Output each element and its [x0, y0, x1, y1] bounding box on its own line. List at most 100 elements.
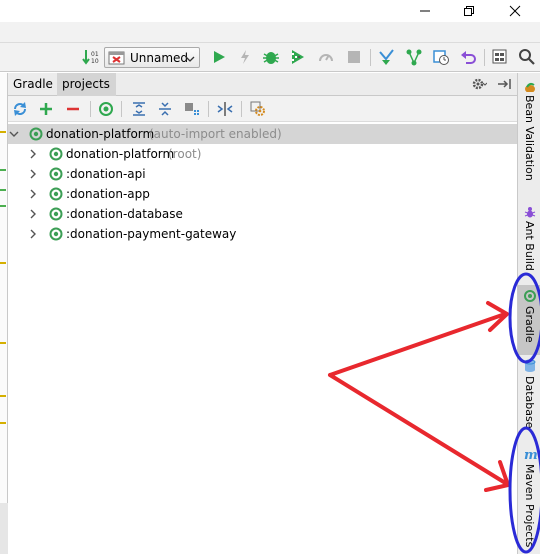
- database-icon: [524, 359, 535, 372]
- tree-row[interactable]: :donation-api: [8, 164, 517, 184]
- toolbar-separator: [121, 101, 122, 117]
- toolbar-separator: [90, 101, 91, 117]
- bean-icon: [524, 82, 535, 93]
- tab-gradle-label: Gradle: [523, 306, 536, 343]
- tree-row[interactable]: :donation-database: [8, 204, 517, 224]
- chevron-right-icon[interactable]: [28, 209, 38, 219]
- add-icon[interactable]: [37, 100, 55, 118]
- tab-maven-projects-label: Maven Projects: [523, 463, 536, 547]
- vcs-update-icon[interactable]: [377, 47, 397, 67]
- marker: [0, 205, 6, 207]
- tab-ant-build[interactable]: Ant Build: [518, 205, 540, 271]
- tree-row[interactable]: donation-platform (root): [8, 144, 517, 164]
- tab-bean-validation[interactable]: Bean Validation: [518, 81, 540, 181]
- gradle-icon: [49, 147, 63, 161]
- tab-ant-build-label: Ant Build: [523, 221, 536, 271]
- chevron-down-icon[interactable]: [9, 129, 19, 139]
- chevron-down-icon: [185, 53, 195, 67]
- group-modules-icon[interactable]: [183, 100, 201, 118]
- tab-bean-validation-label: Bean Validation: [523, 95, 536, 181]
- gradle-icon: [523, 290, 536, 302]
- main-toolbar: 01 10 Unnamed: [0, 43, 540, 72]
- tab-maven-projects[interactable]: m Maven Projects: [518, 447, 540, 547]
- marker: [0, 422, 6, 424]
- sort-icon[interactable]: 01 10: [80, 47, 100, 67]
- coverage-icon[interactable]: [288, 47, 308, 67]
- svg-text:10: 10: [91, 58, 99, 65]
- tree-item-label: :donation-api: [66, 167, 146, 181]
- debug-bug-icon[interactable]: [261, 47, 281, 67]
- menu-area: [0, 22, 540, 43]
- toolbar-separator: [484, 49, 485, 66]
- title-bar: [0, 0, 540, 22]
- gradle-toolbar: [8, 96, 517, 122]
- close-icon[interactable]: [492, 0, 538, 22]
- refresh-icon[interactable]: [11, 100, 29, 118]
- tree-item-label: :donation-payment-gateway: [66, 227, 237, 241]
- right-tool-strip: Bean Validation Ant Build Gradle Databas…: [517, 73, 540, 554]
- panel-header: Gradle projects: [8, 73, 517, 96]
- tree-item-hint: (root): [168, 147, 202, 161]
- tab-gradle[interactable]: Gradle: [518, 285, 540, 355]
- marker: [0, 262, 6, 264]
- revert-icon[interactable]: [458, 47, 478, 67]
- chevron-right-icon[interactable]: [28, 149, 38, 159]
- toolbar-separator: [241, 101, 242, 117]
- settings-icon[interactable]: [249, 100, 267, 118]
- run-config-icon: [108, 51, 125, 64]
- run-config-label: Unnamed: [130, 50, 189, 65]
- tab-database[interactable]: Database: [518, 359, 540, 431]
- svg-text:m: m: [524, 448, 537, 461]
- tree-item-label: :donation-database: [66, 207, 183, 221]
- stop-icon[interactable]: [344, 47, 364, 67]
- gradle-tool-window: Gradle projects donation-platform (auto-…: [8, 73, 517, 554]
- marker: [0, 169, 6, 171]
- toolbar-separator: [208, 101, 209, 117]
- chevron-right-icon[interactable]: [28, 189, 38, 199]
- tree-root-hint: (auto-import enabled): [149, 127, 282, 141]
- gradle-icon: [49, 207, 63, 221]
- collapse-all-icon[interactable]: [156, 100, 174, 118]
- maven-icon: m: [524, 448, 537, 461]
- settings-gear-icon[interactable]: [471, 76, 487, 92]
- tab-projects[interactable]: projects: [57, 73, 116, 96]
- minimize-icon[interactable]: [402, 0, 448, 22]
- marker: [0, 131, 6, 133]
- hide-panel-icon[interactable]: [496, 76, 512, 92]
- vcs-history-icon[interactable]: [431, 47, 451, 67]
- expand-all-icon[interactable]: [130, 100, 148, 118]
- ant-icon: [524, 207, 535, 218]
- vcs-branch-icon[interactable]: [404, 47, 424, 67]
- tree-row[interactable]: :donation-payment-gateway: [8, 224, 517, 244]
- marker: [0, 342, 6, 344]
- lightning-icon[interactable]: [235, 47, 255, 67]
- project-structure-icon[interactable]: [490, 47, 510, 67]
- run-config-selector[interactable]: Unnamed: [104, 47, 200, 68]
- tree-row[interactable]: :donation-app: [8, 184, 517, 204]
- tree-root-label: donation-platform: [46, 127, 155, 141]
- tree-item-label: donation-platform: [66, 147, 175, 161]
- run-icon[interactable]: [209, 47, 229, 67]
- panel-title: Gradle: [13, 77, 53, 91]
- marker: [0, 189, 6, 191]
- profiler-icon[interactable]: [316, 47, 336, 67]
- scroll-area: [0, 503, 8, 554]
- gradle-icon: [49, 227, 63, 241]
- execute-task-icon[interactable]: [97, 100, 115, 118]
- toolbar-separator: [370, 49, 371, 66]
- gradle-icon: [49, 187, 63, 201]
- tree-row-root[interactable]: donation-platform (auto-import enabled): [8, 124, 517, 144]
- marker: [0, 395, 6, 397]
- restore-icon[interactable]: [446, 0, 492, 22]
- gradle-icon: [49, 167, 63, 181]
- remove-icon[interactable]: [64, 100, 82, 118]
- editor-edge: [0, 73, 8, 554]
- tree-item-label: :donation-app: [66, 187, 150, 201]
- chevron-right-icon[interactable]: [28, 229, 38, 239]
- toggle-offline-icon[interactable]: [216, 100, 234, 118]
- chevron-right-icon[interactable]: [28, 169, 38, 179]
- tab-database-label: Database: [523, 376, 536, 429]
- svg-text:01: 01: [91, 51, 99, 58]
- gradle-icon: [29, 127, 43, 141]
- search-icon[interactable]: [517, 47, 537, 67]
